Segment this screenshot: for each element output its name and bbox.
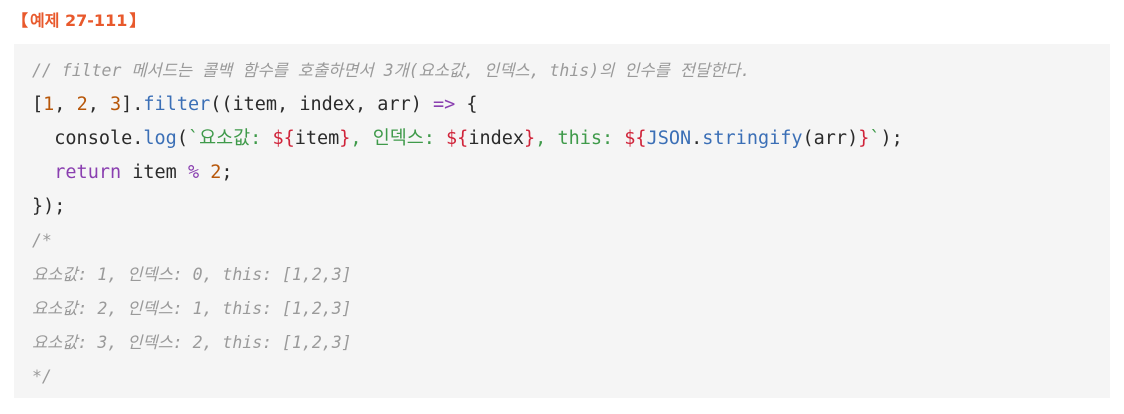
heading-open-bracket: 【 <box>12 11 29 30</box>
code-number: 3 <box>109 94 122 115</box>
heading-close-bracket: 】 <box>129 11 146 30</box>
code-number: 2 <box>210 162 222 183</box>
code-template-close: } <box>339 128 351 149</box>
code-template-close: } <box>858 128 870 149</box>
code-number: 2 <box>76 94 88 115</box>
output-comment-open: /* <box>32 231 52 250</box>
code-line-close: }); <box>32 196 66 217</box>
code-token: . <box>132 128 144 149</box>
code-string: `요소값: <box>187 128 273 149</box>
code-block: // filter 메서드는 콜백 함수를 호출하면서 3개(요소값, 인덱스,… <box>14 44 1110 398</box>
example-title: 예제 27-111 <box>30 11 128 30</box>
code-token: [ <box>32 94 44 115</box>
code-token: ( <box>176 128 188 149</box>
code-line-return: return item % 2; <box>32 156 1110 190</box>
code-token: . <box>691 128 703 149</box>
code-variable: index <box>468 128 525 149</box>
code-template-open: ${ <box>272 128 295 149</box>
code-token: , <box>54 94 77 115</box>
code-token: ((item, index, arr) <box>210 94 433 115</box>
code-function-name: stringify <box>702 128 803 149</box>
output-line: 요소값: 2, 인덱스: 1, this: [1,2,3] <box>32 299 352 318</box>
code-token: ; <box>221 162 233 183</box>
code-token: (arr) <box>802 128 859 149</box>
code-line-filter-call: [1, 2, 3].filter((item, index, arr) => { <box>32 88 1110 122</box>
code-template-open: ${ <box>446 128 469 149</box>
code-string: ` <box>869 128 881 149</box>
code-number: 1 <box>43 94 55 115</box>
code-comment-line: // filter 메서드는 콜백 함수를 호출하면서 3개(요소값, 인덱스,… <box>32 61 751 80</box>
code-token: { <box>455 94 478 115</box>
output-line: 요소값: 1, 인덱스: 0, this: [1,2,3] <box>32 265 352 284</box>
code-arrow-operator: => <box>433 94 456 115</box>
code-function-name: filter <box>143 94 211 115</box>
code-object: JSON <box>646 128 692 149</box>
code-line-console-log: console.log(`요소값: ${item}, 인덱스: ${index}… <box>32 122 1110 156</box>
code-template-close: } <box>524 128 536 149</box>
code-token: ]. <box>121 94 144 115</box>
code-string: , 인덱스: <box>350 128 447 149</box>
output-comment-close: */ <box>32 367 52 386</box>
code-token: ); <box>880 128 903 149</box>
code-string: , this: <box>535 128 625 149</box>
code-template-open: ${ <box>624 128 647 149</box>
code-variable: item <box>294 128 340 149</box>
example-heading: 【예제 27-111】 <box>10 8 147 34</box>
code-keyword: return <box>54 162 122 183</box>
code-token: item <box>121 162 188 183</box>
output-line: 요소값: 3, 인덱스: 2, this: [1,2,3] <box>32 333 352 352</box>
code-object: console <box>54 128 133 149</box>
code-function-name: log <box>143 128 177 149</box>
code-operator: % <box>187 162 200 183</box>
code-token: , <box>87 94 110 115</box>
